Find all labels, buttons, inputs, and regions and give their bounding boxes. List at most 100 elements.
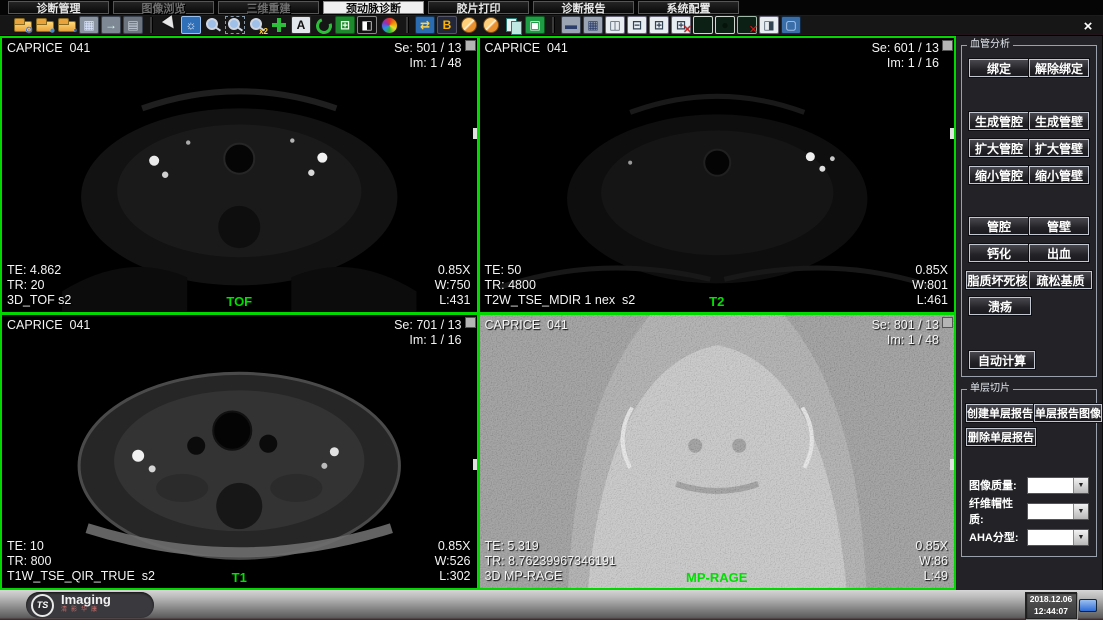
lumen-button[interactable]: 管腔 [969, 217, 1029, 235]
worklist-monitor-icon[interactable]: ▦ [79, 16, 99, 34]
two-column-layout-icon[interactable]: ◫ [605, 16, 625, 34]
image-quality-label: 图像质量: [969, 477, 1017, 493]
single-layout-icon[interactable]: ▬ [561, 16, 581, 34]
cursor-icon[interactable] [159, 16, 179, 34]
stack-view-icon[interactable] [693, 16, 713, 34]
slice-position-indicator[interactable] [950, 459, 954, 470]
tab-3d-reconstruction[interactable]: 三维重建 [218, 1, 319, 14]
level-value: L:302 [439, 569, 470, 583]
expand-wall-button[interactable]: 扩大管壁 [1029, 139, 1089, 157]
report-copy-icon[interactable] [503, 16, 523, 34]
clear-view-icon-part: ✕ [749, 23, 758, 36]
scrollbar-button[interactable] [465, 40, 476, 51]
expand-lumen-button[interactable]: 扩大管腔 [969, 139, 1029, 157]
generate-wall-button[interactable]: 生成管壁 [1029, 112, 1089, 130]
fit-to-window-icon[interactable]: ⊞ [335, 16, 355, 34]
close-icon[interactable]: × [1080, 19, 1096, 35]
circle-view-icon-part: ● [721, 19, 728, 31]
bind-button[interactable]: 绑定 [969, 59, 1029, 77]
circle-view-icon[interactable]: ● [715, 16, 735, 34]
tab-carotid-diagnosis[interactable]: 颈动脉诊断 [323, 1, 424, 14]
save-image-icon[interactable]: ▣ [525, 16, 545, 34]
chevron-down-icon[interactable]: ▼ [1073, 530, 1088, 545]
scrollbar-button[interactable] [942, 317, 953, 328]
color-palette-icon[interactable] [379, 16, 399, 34]
window-level-icon[interactable]: ☼ [181, 16, 201, 34]
tab-image-browse[interactable]: 图像浏览 [113, 1, 214, 14]
worklist-monitor-icon-part: ▦ [83, 19, 94, 31]
viewport-tof[interactable]: CAPRICE 041 Se: 501 / 13Im: 1 / 48 TE: 4… [2, 38, 477, 312]
image-number: Im: 1 / 48 [887, 333, 939, 347]
fit-to-window-icon-part: ⊞ [340, 19, 350, 31]
scrollbar-button[interactable] [942, 40, 953, 51]
create-slice-report-button[interactable]: 创建单层报告 [966, 404, 1034, 422]
ulcer-button[interactable]: 溃疡 [969, 297, 1031, 315]
slice-report-image-button[interactable]: 单层报告图像 [1034, 404, 1102, 422]
wall-button[interactable]: 管壁 [1029, 217, 1089, 235]
clear-view-icon[interactable]: ✕ [737, 16, 757, 34]
angle-measure-icon[interactable] [481, 16, 501, 34]
refresh-icon[interactable] [313, 16, 333, 34]
snapshot-icon[interactable]: ▢ [781, 16, 801, 34]
image-number: Im: 1 / 48 [409, 56, 461, 70]
open-patient-folder-icon[interactable]: ⚙ [13, 16, 33, 34]
tab-system-config[interactable]: 系统配置 [638, 1, 739, 14]
grid-layout-icon[interactable]: ⊞ [649, 16, 669, 34]
te-value: TE: 10 [7, 539, 44, 553]
viewport-t2[interactable]: CAPRICE 041 Se: 601 / 13Im: 1 / 16 TE: 5… [480, 38, 955, 312]
open-study-folder-icon[interactable]: ● [35, 16, 55, 34]
sequence-name: 3D_TOF s2 [7, 293, 71, 307]
viewport-mprage[interactable]: CAPRICE 041 Se: 801 / 13Im: 1 / 48 TE: 5… [480, 315, 955, 589]
lipid-necrotic-core-button[interactable]: 脂质坏死核 [966, 271, 1029, 289]
aha-type-select[interactable]: ▼ [1027, 529, 1089, 546]
calcification-button[interactable]: 钙化 [969, 244, 1029, 262]
two-row-layout-icon[interactable]: ⊟ [627, 16, 647, 34]
generate-lumen-button[interactable]: 生成管腔 [969, 112, 1029, 130]
scrollbar-button[interactable] [465, 317, 476, 328]
unbind-button[interactable]: 解除绑定 [1029, 59, 1089, 77]
hemorrhage-button[interactable]: 出血 [1029, 244, 1089, 262]
shrink-lumen-button[interactable]: 缩小管腔 [969, 166, 1029, 184]
tab-diagnosis-management[interactable]: 诊断管理 [8, 1, 109, 14]
export-study-icon-part: → [105, 19, 117, 31]
slice-position-indicator[interactable] [473, 459, 477, 470]
auto-calculate-button[interactable]: 自动计算 [969, 351, 1035, 369]
zoom-region-icon[interactable] [225, 16, 245, 34]
sequence-name: 3D MP-RAGE [485, 569, 563, 583]
slice-position-indicator[interactable] [950, 128, 954, 139]
chevron-down-icon[interactable]: ▼ [1073, 478, 1088, 493]
invert-icon[interactable]: ◧ [357, 16, 377, 34]
chevron-down-icon[interactable]: ▼ [1073, 504, 1088, 519]
zoom-x2-icon-part: x2 [259, 27, 268, 36]
measure-tool-icon[interactable] [459, 16, 479, 34]
window-value: W:526 [435, 554, 471, 568]
display-params: 0.85XW:750L:431 [435, 263, 471, 308]
slice-position-indicator[interactable] [473, 128, 477, 139]
viewer-grid: CAPRICE 041 Se: 501 / 13Im: 1 / 48 TE: 4… [0, 36, 956, 590]
input-method-icon[interactable] [1079, 599, 1097, 612]
import-study-folder-icon[interactable]: ▪ [57, 16, 77, 34]
database-icon[interactable]: ▤ [123, 16, 143, 34]
close-layout-icon-part: ✕ [683, 23, 692, 36]
pan-icon[interactable] [269, 16, 289, 34]
acquisition-params: TE: 50TR: 4800T2W_TSE_MDIR 1 nex s2 [485, 263, 636, 308]
zoom-factor: 0.85X [438, 539, 471, 553]
close-layout-icon[interactable]: ⊞✕ [671, 16, 691, 34]
shrink-wall-button[interactable]: 缩小管壁 [1029, 166, 1089, 184]
fibrous-cap-select[interactable]: ▼ [1027, 503, 1089, 520]
tab-film-print[interactable]: 胶片打印 [428, 1, 529, 14]
loose-matrix-button[interactable]: 疏松基质 [1029, 271, 1092, 289]
export-study-icon[interactable]: → [101, 16, 121, 34]
delete-slice-report-button[interactable]: 删除单层报告 [966, 428, 1036, 446]
tab-diagnosis-report[interactable]: 诊断报告 [533, 1, 634, 14]
annotation-icon[interactable]: A [291, 16, 311, 34]
image-quality-select[interactable]: ▼ [1027, 477, 1089, 494]
viewport-t1[interactable]: CAPRICE 041 Se: 701 / 13Im: 1 / 16 TE: 1… [2, 315, 477, 589]
display-params: 0.85XW:86L:49 [915, 539, 948, 584]
compare-view-icon[interactable]: ◨ [759, 16, 779, 34]
batch-process-icon[interactable]: B [437, 16, 457, 34]
zoom-icon[interactable] [203, 16, 223, 34]
zoom-x2-icon[interactable]: x2 [247, 16, 267, 34]
registration-icon[interactable]: ⇄ [415, 16, 435, 34]
layout-settings-icon[interactable]: ▦ [583, 16, 603, 34]
